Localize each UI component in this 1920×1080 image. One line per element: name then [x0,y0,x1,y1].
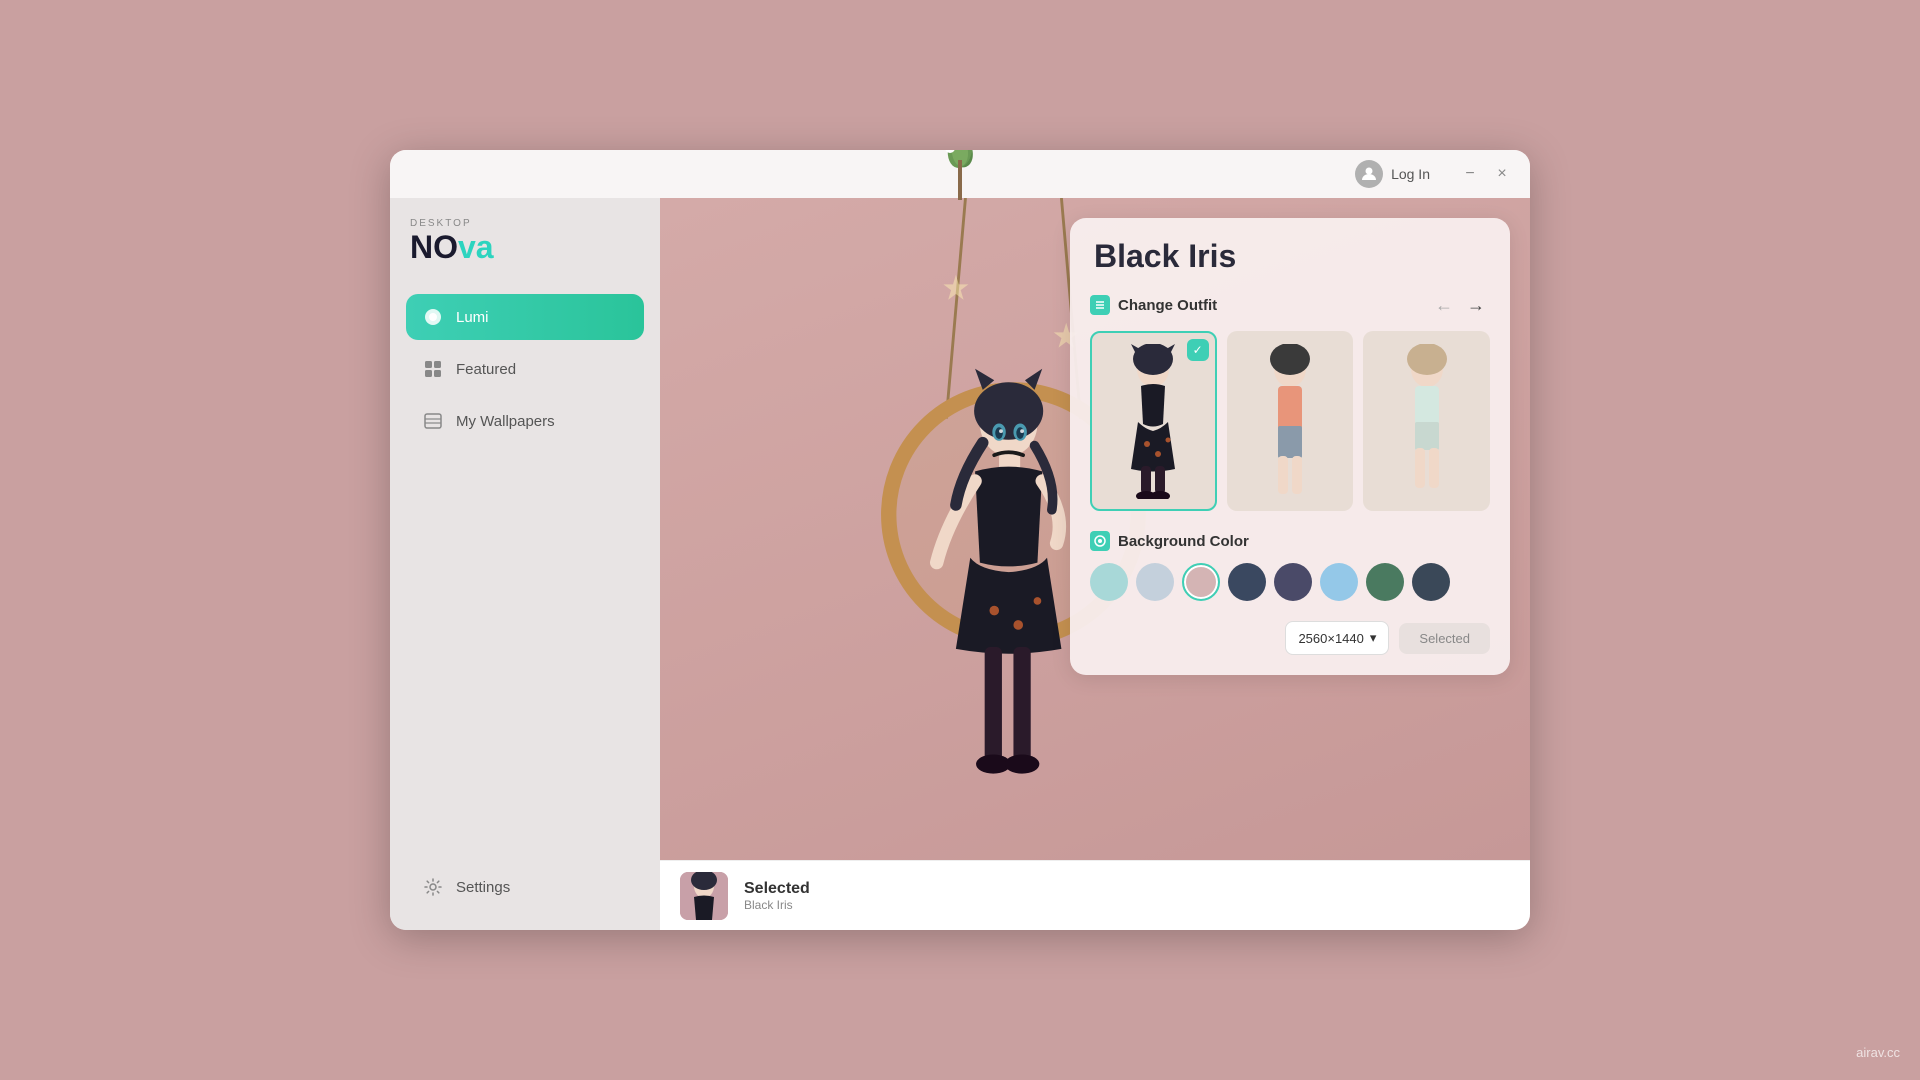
selected-sub-label: Black Iris [744,898,810,912]
background-color-icon [1090,531,1110,551]
window-controls: − × [1458,162,1514,186]
outfit-title: Black Iris [1090,238,1490,275]
nav-items: Lumi Featured [406,294,644,864]
outfit-selected-badge: ✓ [1187,339,1209,361]
color-dot-4[interactable] [1228,563,1266,601]
outfit-1-figure [1113,344,1193,499]
outfit-next-button[interactable]: → [1462,291,1490,319]
logo-va: va [458,229,494,266]
bottom-bar: Selected Black Iris [660,860,1530,930]
outfit-2-figure [1250,344,1330,499]
resolution-value: 2560×1440 [1298,631,1363,646]
app-window: Log In − × DESKTOP NO va [390,150,1530,930]
wallpaper-preview: Black Iris Change Outfit ← → [660,198,1530,860]
sidebar-item-settings-label: Settings [456,879,510,896]
sidebar-item-settings[interactable]: Settings [406,864,644,910]
sidebar-item-featured[interactable]: Featured [406,346,644,392]
outfit-card-3[interactable] [1363,331,1490,511]
main-content: Black Iris Change Outfit ← → [660,198,1530,930]
logo-no: NO [410,229,458,266]
sidebar-item-my-wallpapers-label: My Wallpapers [456,413,555,430]
plant-decoration [920,150,1000,205]
color-dot-7[interactable] [1366,563,1404,601]
close-button[interactable]: × [1490,162,1514,186]
color-dot-1[interactable] [1090,563,1128,601]
sidebar-item-lumi-label: Lumi [456,309,489,326]
change-outfit-icon [1090,295,1110,315]
outfit-prev-button[interactable]: ← [1430,291,1458,319]
minimize-button[interactable]: − [1458,162,1482,186]
outfit-card-1[interactable]: ✓ [1090,331,1217,511]
selected-thumbnail [680,872,728,920]
user-avatar-icon [1355,160,1383,188]
background-color-title: Background Color [1090,531,1490,551]
sidebar-item-my-wallpapers[interactable]: My Wallpapers [406,398,644,444]
logo-desktop: DESKTOP [410,218,494,229]
color-dot-6[interactable] [1320,563,1358,601]
outfit-card-2[interactable] [1227,331,1354,511]
outfit-3-figure [1387,344,1467,499]
outfit-nav-arrows: ← → [1430,291,1490,319]
color-dot-8[interactable] [1412,563,1450,601]
resolution-dropdown-icon: ▾ [1370,630,1377,646]
change-outfit-title: Change Outfit [1090,295,1217,315]
outfit-grid: ✓ [1090,331,1490,511]
info-panel: Black Iris Change Outfit ← → [1070,218,1510,675]
login-label: Log In [1391,166,1430,182]
my-wallpapers-icon [422,410,444,432]
selected-thumb-figure [680,872,728,920]
selected-label: Selected [744,880,810,898]
featured-icon [422,358,444,380]
change-outfit-header: Change Outfit ← → [1090,291,1490,319]
background-color-label: Background Color [1118,533,1249,550]
sidebar-item-lumi[interactable]: Lumi [406,294,644,340]
bg-colors-container [1090,563,1490,601]
background-color-section: Background Color [1090,531,1490,601]
change-outfit-label: Change Outfit [1118,297,1217,314]
settings-icon [422,876,444,898]
resolution-row: 2560×1440 ▾ Selected [1090,621,1490,655]
selected-button[interactable]: Selected [1399,623,1490,654]
selected-info: Selected Black Iris [744,880,810,912]
sidebar: DESKTOP NO va Lum [390,198,660,930]
sidebar-item-featured-label: Featured [456,361,516,378]
logo: DESKTOP NO va [406,218,644,266]
login-button[interactable]: Log In [1347,156,1438,192]
lumi-icon [422,306,444,328]
app-body: DESKTOP NO va Lum [390,198,1530,930]
color-dot-2[interactable] [1136,563,1174,601]
watermark: airav.cc [1856,1045,1900,1060]
color-dot-5[interactable] [1274,563,1312,601]
title-bar-actions: Log In − × [1347,156,1514,192]
color-dot-3[interactable] [1182,563,1220,601]
resolution-select[interactable]: 2560×1440 ▾ [1285,621,1389,655]
